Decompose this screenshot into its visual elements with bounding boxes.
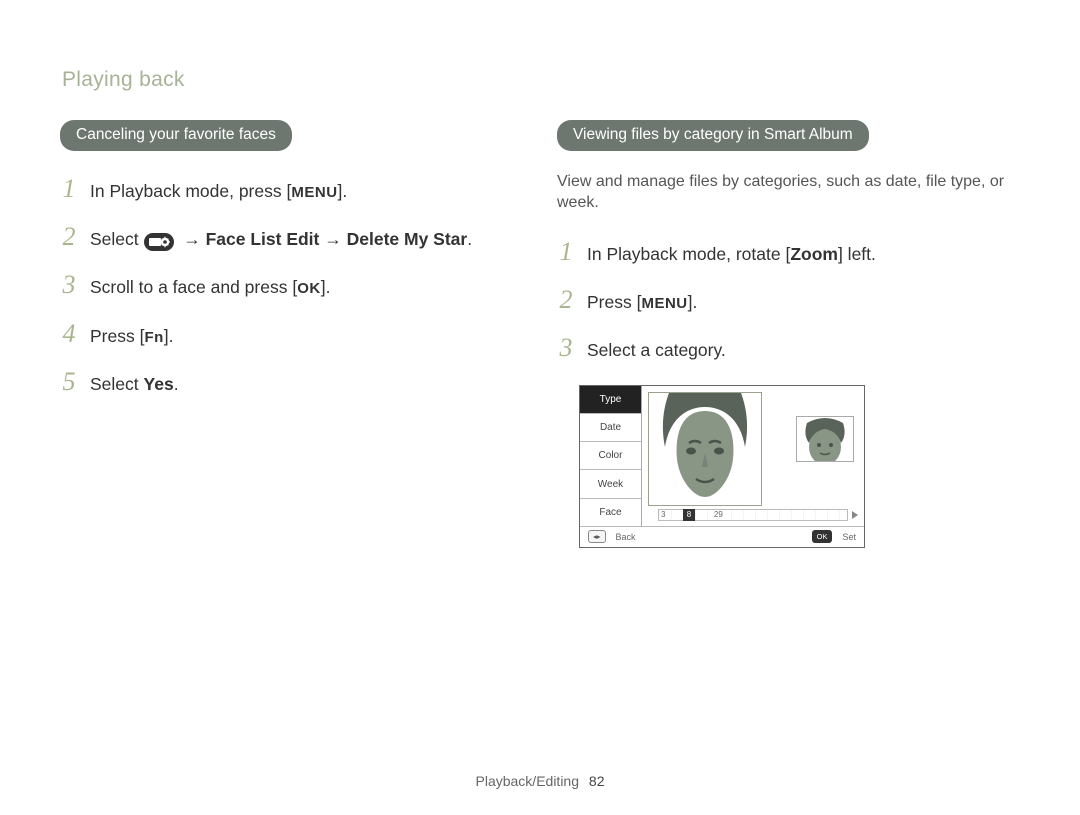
step-number: 2 (60, 219, 78, 255)
step-pre: Scroll to a face and press [ (90, 277, 297, 297)
step-bold-path-b: Delete My Star (347, 229, 468, 249)
step-text: In Playback mode, press [MENU]. (90, 179, 347, 204)
lcd-back-label: Back (616, 532, 636, 542)
step-text: Press [Fn]. (90, 324, 174, 349)
lcd-top-area: Type Date Color Week Face (580, 386, 864, 526)
intro-paragraph: View and manage files by categories, suc… (557, 171, 1020, 214)
step-number: 4 (60, 316, 78, 352)
lcd-menu-week: Week (580, 470, 641, 498)
timeline-n3: 29 (714, 510, 723, 519)
footer-section-label: Playback/Editing (476, 773, 580, 789)
step-text: In Playback mode, rotate [Zoom] left. (587, 242, 876, 267)
lcd-nav-icon: ◂▸ (588, 530, 606, 543)
step-text: Select → Face List Edit → Delete My Star… (90, 227, 472, 252)
step-3: 3 Scroll to a face and press [OK]. (60, 267, 523, 303)
step-2: 2 Press [MENU]. (557, 282, 1020, 318)
step-post: ]. (164, 326, 174, 346)
lcd-category-menu: Type Date Color Week Face (580, 386, 642, 526)
face-illustration-small-icon (797, 417, 853, 461)
lcd-menu-face: Face (580, 499, 641, 526)
lcd-set-label: Set (842, 532, 856, 542)
lcd-thumbnails: 3 6 29 8 (642, 386, 864, 526)
fn-button-label: Fn (144, 327, 163, 348)
step-pre: Press [ (587, 292, 641, 312)
step-post: . (174, 374, 179, 394)
step-number: 1 (60, 171, 78, 207)
left-column: Canceling your favorite faces 1 In Playb… (60, 120, 523, 548)
step-4: 4 Press [Fn]. (60, 316, 523, 352)
lcd-menu-color: Color (580, 442, 641, 470)
page-footer: Playback/Editing 82 (0, 773, 1080, 789)
step-post: ] left. (838, 244, 876, 264)
step-number: 5 (60, 364, 78, 400)
footer-page-number: 82 (589, 773, 605, 789)
heading-pill-smart-album: Viewing files by category in Smart Album (557, 120, 869, 151)
lcd-thumbnail-small (796, 416, 854, 462)
camera-lcd-mockup: Type Date Color Week Face (579, 385, 865, 548)
step-post: ]. (338, 181, 348, 201)
step-number: 3 (60, 267, 78, 303)
step-number: 3 (557, 330, 575, 366)
step-text: Select a category. (587, 338, 726, 363)
lcd-timeline: 3 6 29 8 (648, 508, 858, 522)
menu-button-label: MENU (641, 293, 687, 314)
lcd-ok-icon: OK (812, 530, 833, 543)
step-5: 5 Select Yes. (60, 364, 523, 400)
step-pre: Select (90, 229, 144, 249)
timeline-bar: 3 6 29 8 (658, 509, 848, 521)
lcd-menu-date: Date (580, 414, 641, 442)
step-1: 1 In Playback mode, rotate [Zoom] left. (557, 234, 1020, 270)
steps-list-left: 1 In Playback mode, press [MENU]. 2 Sele… (60, 171, 523, 401)
step-post: ]. (688, 292, 698, 312)
step-bold: Zoom (790, 244, 838, 264)
lcd-thumbnail-large (648, 392, 762, 506)
step-pre: Select a category. (587, 340, 726, 360)
step-bold-path-a: Face List Edit (206, 229, 320, 249)
step-number: 1 (557, 234, 575, 270)
step-2: 2 Select → Face List Edit → Delete My S (60, 219, 523, 255)
face-illustration-icon (649, 393, 761, 505)
two-column-layout: Canceling your favorite faces 1 In Playb… (60, 120, 1020, 548)
lcd-bottom-bar: ◂▸ Back OK Set (580, 526, 864, 547)
step-1: 1 In Playback mode, press [MENU]. (60, 171, 523, 207)
step-post: . (467, 229, 472, 249)
step-3: 3 Select a category. (557, 330, 1020, 366)
section-title: Playing back (62, 68, 1020, 92)
lcd-menu-type: Type (580, 386, 641, 414)
step-post: ]. (321, 277, 331, 297)
menu-button-label: MENU (291, 182, 337, 203)
step-text: Select Yes. (90, 372, 179, 397)
timeline-right-arrow-icon (852, 511, 858, 519)
step-bold: Yes (144, 374, 174, 394)
step-text: Scroll to a face and press [OK]. (90, 275, 330, 300)
heading-pill-cancel-faces: Canceling your favorite faces (60, 120, 292, 151)
timeline-n1: 3 (661, 510, 665, 519)
timeline-highlight: 8 (683, 509, 695, 521)
steps-list-right: 1 In Playback mode, rotate [Zoom] left. … (557, 234, 1020, 367)
settings-gear-icon (144, 233, 174, 251)
ok-button-label: OK (297, 278, 321, 299)
step-pre: In Playback mode, rotate [ (587, 244, 790, 264)
step-number: 2 (557, 282, 575, 318)
step-pre: Select (90, 374, 144, 394)
step-text: Press [MENU]. (587, 290, 697, 315)
manual-page: Playing back Canceling your favorite fac… (0, 0, 1080, 815)
step-pre: Press [ (90, 326, 144, 346)
step-pre: In Playback mode, press [ (90, 181, 291, 201)
right-column: Viewing files by category in Smart Album… (557, 120, 1020, 548)
